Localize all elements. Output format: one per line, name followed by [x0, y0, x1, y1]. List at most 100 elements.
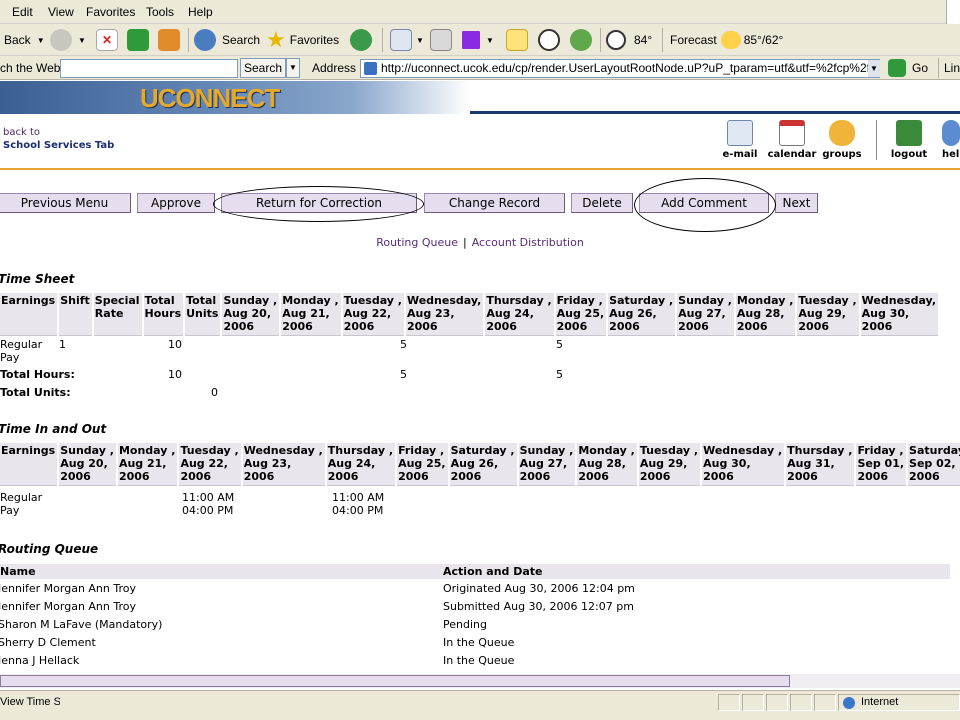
account-distribution-link[interactable]: Account Distribution: [472, 236, 584, 249]
tio-header-6: Friday , Aug 25, 2006: [397, 443, 448, 486]
ts-header-line: Tuesday ,: [798, 294, 857, 307]
tio-header-line: Aug 21,: [118, 457, 167, 470]
back-dropdown-icon[interactable]: ▼: [37, 36, 45, 45]
routing-row: Sherry D Clement In the Queue: [0, 636, 950, 654]
web-search-dropdown-icon[interactable]: ▼: [286, 58, 300, 78]
menu-tools[interactable]: Tools: [146, 5, 174, 19]
next-button[interactable]: Next: [775, 193, 818, 213]
scrollbar-thumb[interactable]: [0, 675, 790, 687]
web-search-input[interactable]: [60, 59, 238, 78]
clock-button[interactable]: [538, 24, 560, 56]
total-hours-thursday: 5: [556, 368, 563, 381]
tio-header-line: Aug 30,: [703, 457, 751, 470]
tio-header-line: 2006: [180, 470, 212, 483]
home-button[interactable]: [158, 24, 180, 56]
forward-dropdown-icon[interactable]: ▼: [78, 36, 86, 45]
go-button[interactable]: Go: [888, 52, 928, 84]
mail-dropdown-icon[interactable]: ▼: [416, 36, 424, 45]
weather-button[interactable]: 84°: [606, 24, 652, 56]
favorites-button[interactable]: ★ Favorites: [266, 24, 339, 56]
stop-icon: ✕: [96, 29, 118, 51]
history-button[interactable]: [350, 24, 372, 56]
nav-separator: [876, 120, 877, 160]
ts-header-line: Aug 26,: [609, 307, 657, 320]
routing-row: Jennifer Morgan Ann Troy Originated Aug 3…: [0, 582, 950, 600]
logout-nav[interactable]: logout: [888, 120, 930, 160]
stop-button[interactable]: ✕: [96, 24, 118, 56]
routing-name: Jennifer Morgan Ann Troy: [0, 600, 136, 613]
tio-header-line: Aug 25,: [398, 457, 446, 470]
email-nav[interactable]: e-mail: [720, 120, 760, 160]
horizontal-scrollbar[interactable]: [0, 674, 960, 688]
ts-header-line: Thursday ,: [486, 294, 552, 307]
tio-header-line: Wednesday ,: [243, 444, 323, 457]
ts-header-line: Hours: [144, 307, 182, 320]
history-icon: [350, 29, 372, 51]
change-record-button[interactable]: Change Record: [424, 193, 565, 213]
tio-header-line: 2006: [578, 470, 609, 483]
tio-header-line: 2006: [60, 470, 91, 483]
forecast-button[interactable]: Forecast 85°/62°: [670, 24, 783, 56]
tio-header-line: Sunday ,: [60, 444, 114, 457]
tio-header-0: Earnings: [0, 443, 58, 486]
page-icon: [364, 62, 377, 75]
tio-header-line: Saturday ,: [909, 444, 960, 457]
ts-header-line: Aug 20,: [223, 307, 272, 320]
help-nav[interactable]: help: [942, 120, 960, 160]
ts-header-line: 2006: [678, 320, 709, 333]
groups-icon: [829, 120, 855, 146]
tio-header-3: Tuesday , Aug 22, 2006: [179, 443, 241, 486]
ts-header-line: Aug 27,: [678, 307, 726, 320]
tio-header-1: Sunday , Aug 20, 2006: [59, 443, 116, 486]
tio-header-line: Friday ,: [398, 444, 445, 457]
forward-button[interactable]: ▼: [50, 24, 86, 56]
ts-header-line: Earnings: [1, 294, 56, 307]
ts-header-12: Sunday , Aug 27, 2006: [677, 293, 734, 336]
address-input[interactable]: http://uconnect.ucok.edu/cp/render.UserL…: [360, 59, 880, 78]
tio-header-4: Wednesday , Aug 23, 2006: [242, 443, 325, 486]
tio-header-line: Tuesday ,: [180, 444, 239, 457]
ts-header-14: Tuesday , Aug 29, 2006: [797, 293, 859, 336]
tio-header-9: Monday , Aug 28, 2006: [577, 443, 637, 486]
previous-menu-button[interactable]: Previous Menu: [0, 193, 131, 213]
back-to-school-services-link[interactable]: back to School Services Tab: [3, 126, 114, 152]
menu-favorites[interactable]: Favorites: [86, 5, 135, 19]
tio-header-line: 2006: [327, 470, 359, 483]
print-button[interactable]: [430, 24, 452, 56]
approve-button[interactable]: Approve: [137, 193, 215, 213]
ts-header-line: 2006: [609, 320, 640, 333]
status-pane: [814, 694, 836, 711]
purple-square-icon: [462, 31, 480, 49]
refresh-button[interactable]: [127, 24, 149, 56]
ts-header-4: Total Units: [185, 293, 221, 336]
back-button[interactable]: Back ▼: [4, 24, 45, 56]
toolbar-separator: [600, 28, 601, 52]
purple-tool-button[interactable]: ▼: [462, 24, 494, 56]
ts-header-line: Shift: [60, 294, 90, 307]
tio-header-line: Aug 22,: [180, 457, 228, 470]
menu-view[interactable]: View: [48, 5, 74, 19]
delete-button[interactable]: Delete: [571, 193, 633, 213]
notes-button[interactable]: [506, 24, 528, 56]
web-search-button[interactable]: Search: [240, 58, 286, 78]
routing-queue-link[interactable]: Routing Queue: [376, 236, 458, 249]
tio-header-line: 2006: [450, 470, 482, 483]
ts-header-line: Rate: [94, 307, 124, 320]
menu-help[interactable]: Help: [188, 5, 213, 19]
ts-header-line: 2006: [736, 320, 768, 333]
ts-header-9: Thursday , Aug 24, 2006: [485, 293, 554, 336]
mail-button[interactable]: ▼: [390, 24, 424, 56]
ts-header-line: Friday ,: [556, 294, 603, 307]
sun-cloud-icon: [720, 31, 741, 49]
links-label[interactable]: Links: [944, 61, 960, 75]
purple-dropdown-icon[interactable]: ▼: [486, 36, 494, 45]
groups-nav[interactable]: groups: [820, 120, 864, 160]
address-dropdown-icon[interactable]: ▼: [868, 60, 880, 77]
tio-header-line: Thursday ,: [787, 444, 853, 457]
messenger-button[interactable]: [570, 24, 592, 56]
menu-edit[interactable]: Edit: [12, 5, 33, 19]
calendar-nav[interactable]: calendar: [765, 120, 819, 160]
section-links: Routing Queue | Account Distribution: [376, 236, 584, 249]
people-icon: [570, 29, 592, 51]
search-button[interactable]: Search: [194, 24, 260, 56]
